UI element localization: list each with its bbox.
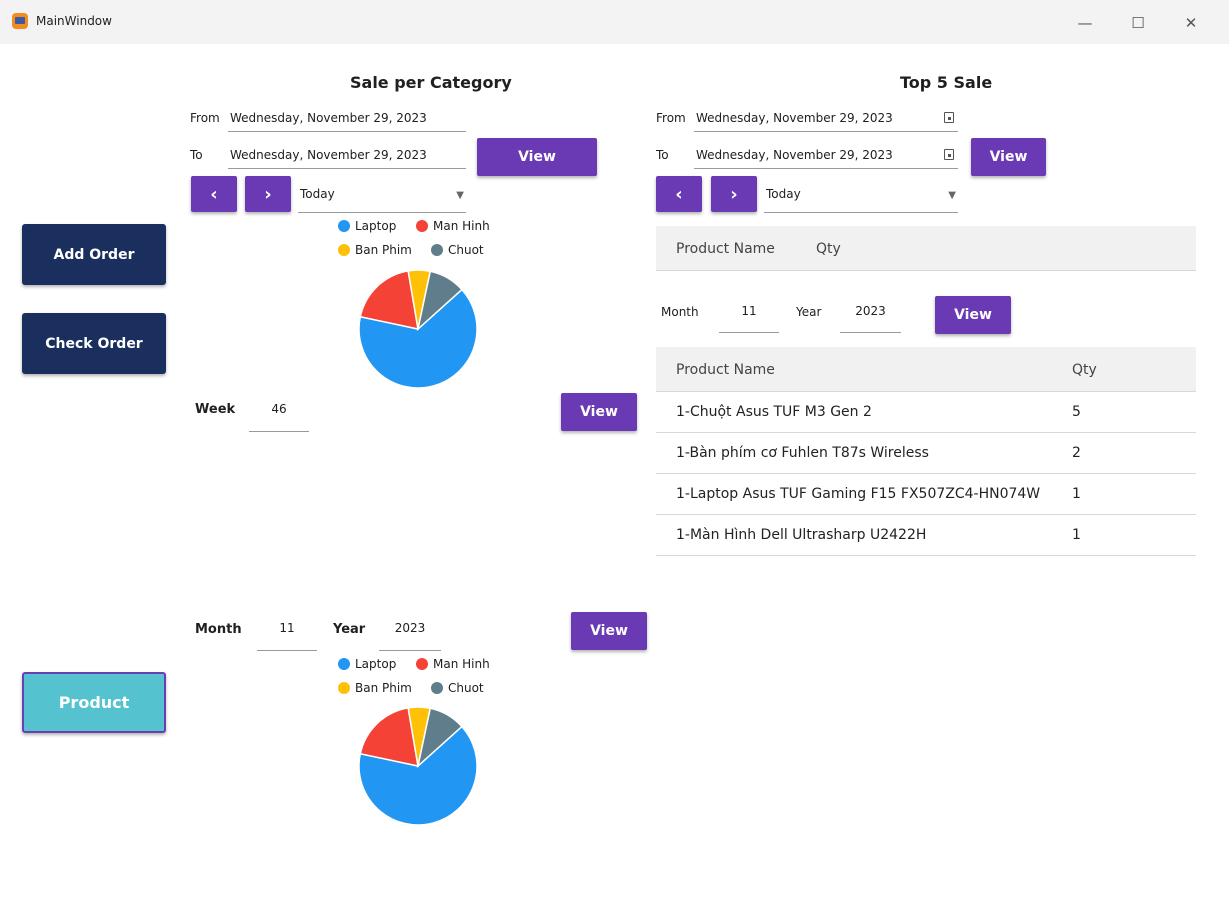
from-label: From	[190, 111, 220, 125]
legend-dot	[338, 658, 350, 670]
next-period-button[interactable]: ›	[245, 176, 291, 212]
calendar-icon[interactable]	[944, 112, 954, 123]
maximize-button[interactable]: ☐	[1115, 8, 1161, 38]
table-row[interactable]: 1-Bàn phím cơ Fuhlen T87s Wireless 2	[656, 433, 1196, 474]
monthly-pie-chart	[358, 706, 478, 826]
cell-qty: 5	[1072, 404, 1081, 420]
period-select-value: Today	[300, 187, 335, 201]
top5-month-field[interactable]: 11	[719, 301, 779, 333]
legend-dot	[416, 220, 428, 232]
add-order-button[interactable]: Add Order	[22, 224, 166, 285]
legend-dot	[338, 244, 350, 256]
to-date-field[interactable]: Wednesday, November 29, 2023	[228, 145, 466, 169]
cell-product-name: 1-Laptop Asus TUF Gaming F15 FX507ZC4-HN…	[676, 486, 1041, 502]
table-row[interactable]: 1-Màn Hình Dell Ultrasharp U2422H 1	[656, 515, 1196, 556]
period-select[interactable]: Today ▼	[298, 184, 466, 213]
top5-to-label: To	[656, 148, 669, 162]
cell-qty: 2	[1072, 445, 1081, 461]
legend-item-man-hinh: Man Hinh	[416, 657, 490, 671]
year-field[interactable]: 2023	[379, 618, 441, 651]
top5-title: Top 5 Sale	[900, 73, 993, 92]
table-row[interactable]: 1-Laptop Asus TUF Gaming F15 FX507ZC4-HN…	[656, 474, 1196, 515]
legend-item-ban-phim: Ban Phim	[338, 243, 412, 257]
week-label: Week	[195, 402, 236, 417]
column-header-qty: Qty	[816, 241, 841, 257]
column-header-product-name: Product Name	[676, 362, 775, 378]
month-view-button[interactable]: View	[571, 612, 647, 650]
sale-per-category-title: Sale per Category	[350, 73, 512, 92]
top5-from-date-field[interactable]: Wednesday, November 29, 2023	[694, 108, 958, 132]
top5-to-date-field[interactable]: Wednesday, November 29, 2023	[694, 145, 958, 169]
top5-month-table-header: Product Name Qty	[656, 347, 1196, 392]
from-date-field[interactable]: Wednesday, November 29, 2023	[228, 108, 466, 132]
app-icon	[12, 13, 28, 29]
category-pie-chart	[358, 269, 478, 389]
legend-item-man-hinh: Man Hinh	[416, 219, 490, 233]
week-view-button[interactable]: View	[561, 393, 637, 431]
window-title: MainWindow	[36, 14, 112, 28]
chevron-down-icon: ▼	[456, 190, 464, 201]
top5-range-table-header: Product Name Qty	[656, 226, 1196, 271]
product-button[interactable]: Product	[22, 672, 166, 733]
cell-qty: 1	[1072, 486, 1081, 502]
top5-year-field[interactable]: 2023	[840, 301, 901, 333]
top5-next-period-button[interactable]: ›	[711, 176, 757, 212]
cell-product-name: 1-Màn Hình Dell Ultrasharp U2422H	[676, 527, 927, 543]
legend-item-laptop: Laptop	[338, 219, 396, 233]
prev-period-button[interactable]: ‹	[191, 176, 237, 212]
check-order-button[interactable]: Check Order	[22, 313, 166, 374]
legend-dot	[338, 682, 350, 694]
minimize-button[interactable]: —	[1062, 8, 1108, 38]
legend-dot	[431, 682, 443, 694]
top5-prev-period-button[interactable]: ‹	[656, 176, 702, 212]
top5-from-label: From	[656, 111, 686, 125]
year-label: Year	[333, 622, 366, 637]
legend-item-chuot: Chuot	[431, 243, 484, 257]
legend-dot	[416, 658, 428, 670]
legend-dot	[338, 220, 350, 232]
title-bar: MainWindow — ☐ ✕	[0, 0, 1229, 44]
legend-item-laptop: Laptop	[338, 657, 396, 671]
legend-item-ban-phim: Ban Phim	[338, 681, 412, 695]
top5-month-label: Month	[661, 305, 699, 319]
top5-month-view-button[interactable]: View	[935, 296, 1011, 334]
to-label: To	[190, 148, 203, 162]
top5-period-select[interactable]: Today ▼	[764, 184, 958, 213]
legend-dot	[431, 244, 443, 256]
top5-to-date-value: Wednesday, November 29, 2023	[696, 148, 893, 162]
legend-item-chuot: Chuot	[431, 681, 484, 695]
cell-product-name: 1-Chuột Asus TUF M3 Gen 2	[676, 404, 872, 420]
top5-view-button[interactable]: View	[971, 138, 1046, 176]
cell-qty: 1	[1072, 527, 1081, 543]
chevron-down-icon: ▼	[948, 190, 956, 201]
month-field[interactable]: 11	[257, 618, 317, 651]
category-view-button[interactable]: View	[477, 138, 597, 176]
close-button[interactable]: ✕	[1168, 8, 1214, 38]
table-row[interactable]: 1-Chuột Asus TUF M3 Gen 2 5	[656, 392, 1196, 433]
month-label: Month	[195, 622, 242, 637]
cell-product-name: 1-Bàn phím cơ Fuhlen T87s Wireless	[676, 445, 929, 461]
week-field[interactable]: 46	[249, 399, 309, 432]
column-header-qty: Qty	[1072, 362, 1097, 378]
calendar-icon[interactable]	[944, 149, 954, 160]
top5-from-date-value: Wednesday, November 29, 2023	[696, 111, 893, 125]
column-header-product-name: Product Name	[676, 241, 775, 257]
top5-year-label: Year	[796, 305, 822, 319]
top5-period-select-value: Today	[766, 187, 801, 201]
